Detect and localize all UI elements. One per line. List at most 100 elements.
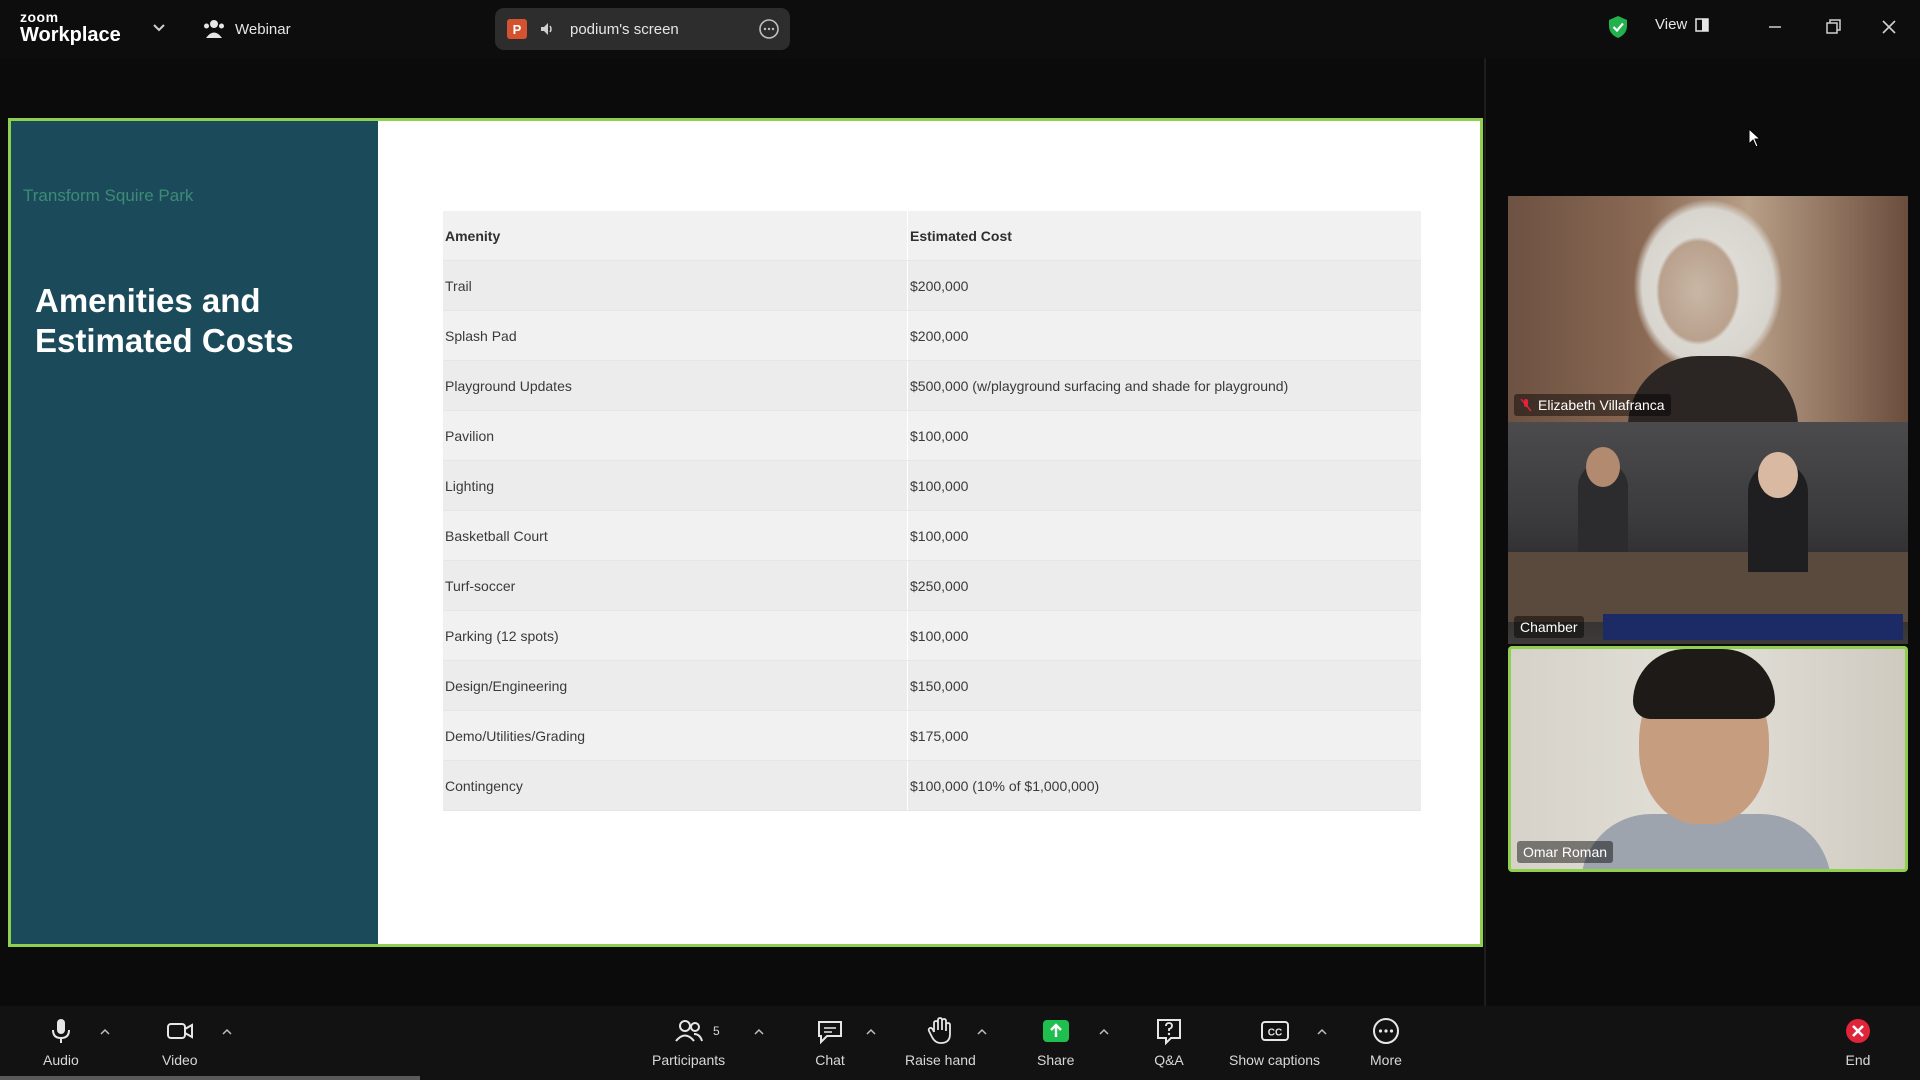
share-label: podium's screen bbox=[570, 20, 679, 38]
chevron-up-icon[interactable] bbox=[754, 1028, 764, 1036]
end-meeting-icon bbox=[1846, 1019, 1870, 1043]
amenity-cell: Playground Updates bbox=[443, 360, 908, 411]
chamber-desk bbox=[1508, 552, 1908, 622]
participant-name: Chamber bbox=[1520, 619, 1578, 635]
table-row: Pavilion $100,000 bbox=[443, 410, 1421, 461]
zoom-workplace-logo: zoom Workplace bbox=[20, 10, 121, 45]
mic-muted-icon bbox=[1520, 398, 1532, 412]
more-options-icon[interactable] bbox=[758, 18, 780, 40]
cost-cell: $100,000 (10% of $1,000,000) bbox=[907, 760, 1421, 811]
table-row: Parking (12 spots) $100,000 bbox=[443, 610, 1421, 661]
panel-divider[interactable] bbox=[1484, 58, 1486, 1006]
participants-count: 5 bbox=[713, 1024, 720, 1038]
share-screen-icon bbox=[1042, 1020, 1069, 1042]
chat-label: Chat bbox=[815, 1052, 845, 1068]
amenity-cell: Contingency bbox=[443, 760, 908, 811]
audio-button[interactable]: Audio bbox=[43, 1016, 79, 1068]
grid-view-icon bbox=[1695, 17, 1709, 32]
participants-icon bbox=[674, 1020, 703, 1042]
cost-cell: $100,000 bbox=[907, 510, 1421, 561]
svg-text:CC: CC bbox=[1267, 1028, 1281, 1039]
minimize-icon[interactable] bbox=[1762, 14, 1788, 40]
video-tile-chamber[interactable]: Chamber bbox=[1508, 422, 1908, 644]
restore-icon[interactable] bbox=[1820, 14, 1846, 40]
cost-cell: $200,000 bbox=[907, 310, 1421, 361]
view-button[interactable]: View bbox=[1655, 16, 1709, 33]
qa-button[interactable]: Q&A bbox=[1154, 1016, 1184, 1068]
more-button[interactable]: More bbox=[1370, 1016, 1402, 1068]
cost-cell: $500,000 (w/playground surfacing and sha… bbox=[907, 360, 1421, 411]
webinar-label: Webinar bbox=[235, 20, 291, 38]
chevron-up-icon[interactable] bbox=[977, 1028, 987, 1036]
raise-hand-label: Raise hand bbox=[905, 1052, 976, 1068]
microphone-icon bbox=[51, 1019, 70, 1043]
video-camera-icon bbox=[166, 1023, 193, 1039]
show-captions-label: Show captions bbox=[1229, 1052, 1321, 1068]
amenity-cell: Design/Engineering bbox=[443, 660, 908, 711]
powerpoint-icon: P bbox=[507, 19, 527, 39]
cost-cell: $100,000 bbox=[907, 460, 1421, 511]
share-button[interactable]: Share bbox=[1037, 1016, 1074, 1068]
table-row: Splash Pad $200,000 bbox=[443, 310, 1421, 361]
brand-top: zoom bbox=[20, 9, 59, 25]
table-row: Basketball Court $100,000 bbox=[443, 510, 1421, 561]
security-shield-icon[interactable] bbox=[1607, 15, 1629, 39]
amenity-cell: Lighting bbox=[443, 460, 908, 511]
chevron-up-icon[interactable] bbox=[1317, 1028, 1327, 1036]
amenity-cell: Pavilion bbox=[443, 410, 908, 461]
chevron-up-icon[interactable] bbox=[222, 1028, 232, 1036]
cost-cell: $250,000 bbox=[907, 560, 1421, 611]
chevron-up-icon[interactable] bbox=[100, 1028, 110, 1036]
slide-kicker: Transform Squire Park bbox=[23, 186, 194, 205]
table-row: Playground Updates $500,000 (w/playgroun… bbox=[443, 360, 1421, 411]
meeting-toolbar: Audio Video Participants 5 Chat Raise ha… bbox=[0, 1006, 1920, 1080]
chevron-up-icon[interactable] bbox=[1099, 1028, 1109, 1036]
audio-label: Audio bbox=[43, 1052, 79, 1068]
qa-icon bbox=[1157, 1019, 1181, 1046]
toolbar-scroll-indicator bbox=[0, 1076, 420, 1080]
amenity-cell: Demo/Utilities/Grading bbox=[443, 710, 908, 761]
amenity-cell: Parking (12 spots) bbox=[443, 610, 908, 661]
amenity-cell: Splash Pad bbox=[443, 310, 908, 361]
column-header: Estimated Cost bbox=[907, 211, 1421, 261]
chat-button[interactable]: Chat bbox=[815, 1016, 845, 1068]
slide-title: Amenities and Estimated Costs bbox=[35, 282, 294, 360]
brand-bottom: Workplace bbox=[20, 24, 121, 46]
more-icon bbox=[1372, 1018, 1399, 1044]
table-row: Trail $200,000 bbox=[443, 260, 1421, 311]
chevron-down-icon[interactable] bbox=[152, 20, 166, 34]
shared-slide: Transform Squire Park Amenities and Esti… bbox=[8, 118, 1483, 947]
table-row: Design/Engineering $150,000 bbox=[443, 660, 1421, 711]
table-header-row: Amenity Estimated Cost bbox=[443, 211, 1421, 261]
table-row: Contingency $100,000 (10% of $1,000,000) bbox=[443, 760, 1421, 811]
end-label: End bbox=[1845, 1052, 1871, 1068]
end-button[interactable]: End bbox=[1843, 1016, 1873, 1068]
view-label: View bbox=[1655, 16, 1688, 33]
raise-hand-button[interactable]: Raise hand bbox=[905, 1016, 976, 1068]
chevron-up-icon[interactable] bbox=[866, 1028, 876, 1036]
video-label: Video bbox=[162, 1052, 198, 1068]
amenity-cell: Basketball Court bbox=[443, 510, 908, 561]
cost-cell: $200,000 bbox=[907, 260, 1421, 311]
title-bar: zoom Workplace Webinar P podium's screen… bbox=[0, 0, 1920, 58]
participant-video bbox=[1633, 649, 1775, 719]
video-tile-elizabeth[interactable]: Elizabeth Villafranca bbox=[1508, 196, 1908, 422]
cost-cell: $150,000 bbox=[907, 660, 1421, 711]
cost-cell: $100,000 bbox=[907, 410, 1421, 461]
participant-video bbox=[1586, 447, 1620, 487]
amenity-cell: Trail bbox=[443, 260, 908, 311]
more-label: More bbox=[1370, 1052, 1402, 1068]
participants-label: Participants bbox=[652, 1052, 726, 1068]
chamber-nameplates bbox=[1603, 614, 1903, 640]
raise-hand-icon bbox=[928, 1017, 952, 1044]
column-header: Amenity bbox=[443, 211, 908, 261]
show-captions-button[interactable]: CC Show captions bbox=[1229, 1016, 1320, 1068]
screen-share-pill[interactable]: P podium's screen bbox=[495, 8, 790, 50]
close-icon[interactable] bbox=[1876, 14, 1902, 40]
webinar-icon bbox=[204, 20, 224, 38]
video-button[interactable]: Video bbox=[162, 1016, 198, 1068]
chat-icon bbox=[818, 1021, 842, 1045]
video-tile-omar-active-speaker[interactable]: Omar Roman bbox=[1508, 646, 1908, 872]
participant-name: Omar Roman bbox=[1523, 844, 1608, 860]
amenity-cost-table: Amenity Estimated Cost Trail $200,000 Sp… bbox=[443, 211, 1421, 811]
